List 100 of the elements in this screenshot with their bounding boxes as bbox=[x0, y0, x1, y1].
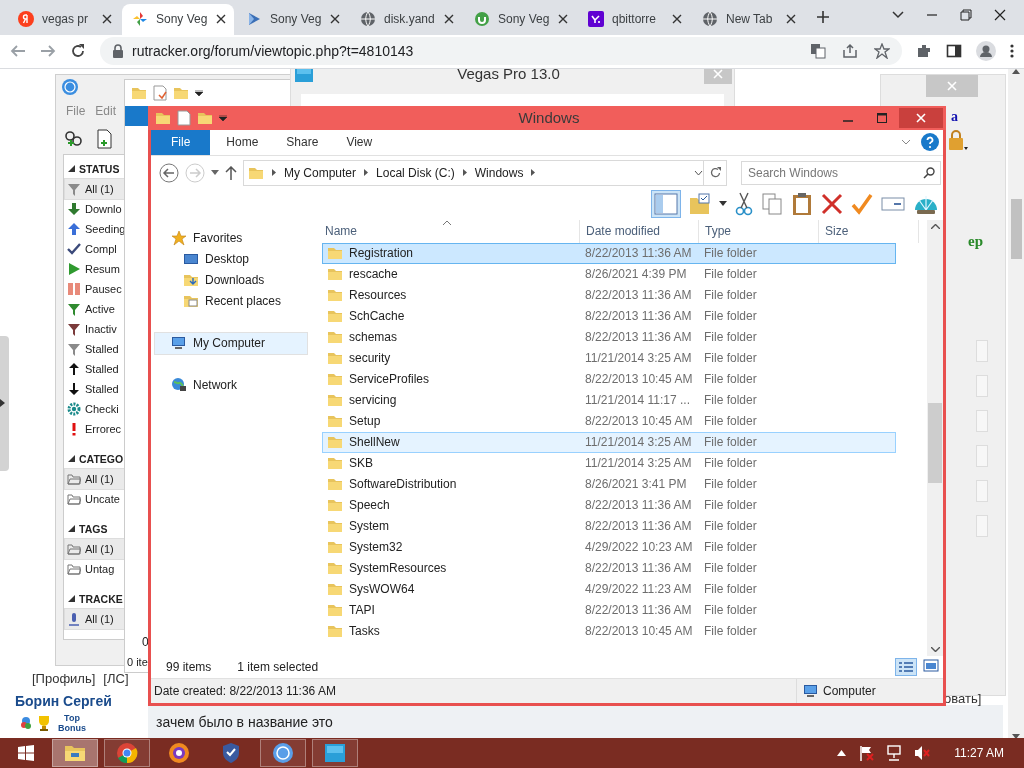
browser-tab[interactable]: Sony Veg bbox=[122, 3, 234, 35]
file-row[interactable]: SystemResources 8/22/2013 11:36 AM File folder bbox=[322, 557, 896, 579]
browser-tab[interactable]: Sony Veg bbox=[464, 3, 576, 35]
filter-item[interactable]: Downlo bbox=[65, 198, 127, 219]
collapse-icon[interactable] bbox=[68, 525, 75, 533]
scrollbar[interactable] bbox=[927, 219, 943, 656]
file-row[interactable]: ShellNew 11/21/2014 3:25 AM File folder bbox=[322, 431, 896, 453]
scroll-down-icon[interactable] bbox=[930, 646, 940, 652]
add-file-icon[interactable] bbox=[96, 128, 114, 149]
breadcrumb-arrow-icon[interactable] bbox=[272, 169, 276, 177]
side-panel-icon[interactable] bbox=[946, 43, 962, 60]
collapse-icon[interactable] bbox=[68, 165, 75, 173]
address-bar[interactable]: rutracker.org/forum/viewtopic.php?t=4810143 bbox=[100, 37, 902, 66]
file-row[interactable]: TAPI 8/22/2013 11:36 AM File folder bbox=[322, 599, 896, 621]
reload-icon[interactable] bbox=[70, 43, 86, 60]
flag-icon[interactable] bbox=[858, 745, 875, 761]
translate-icon[interactable] bbox=[810, 43, 826, 60]
browser-tab[interactable]: disk.yand bbox=[350, 3, 462, 35]
add-link-icon[interactable] bbox=[64, 128, 84, 149]
filter-item[interactable]: Untag bbox=[65, 558, 127, 579]
file-row[interactable]: System 8/22/2013 11:36 AM File folder bbox=[322, 515, 896, 537]
text-field[interactable] bbox=[976, 339, 988, 362]
maximize-icon[interactable] bbox=[877, 112, 887, 123]
user-name[interactable]: Борин Сергей bbox=[15, 692, 112, 709]
breadcrumb[interactable]: Local Disk (C:) bbox=[376, 165, 455, 180]
up-icon[interactable] bbox=[225, 165, 237, 180]
scrollbar-thumb[interactable] bbox=[1011, 198, 1022, 259]
rename-icon[interactable] bbox=[881, 194, 905, 213]
breadcrumb-arrow-icon[interactable] bbox=[531, 169, 536, 177]
browser-tab[interactable]: vegas pr bbox=[8, 3, 120, 35]
star-icon[interactable] bbox=[874, 43, 890, 60]
lock-icon[interactable] bbox=[947, 128, 969, 151]
side-panel-handle[interactable] bbox=[0, 335, 9, 471]
file-row[interactable]: Speech 8/22/2013 11:36 AM File folder bbox=[322, 494, 896, 516]
caret-icon[interactable] bbox=[195, 89, 203, 96]
recent-locations-icon[interactable] bbox=[211, 170, 219, 176]
page-scrollbar[interactable] bbox=[1008, 68, 1024, 739]
cut-icon[interactable] bbox=[735, 191, 753, 216]
profile-icon[interactable] bbox=[976, 41, 996, 62]
text-field[interactable] bbox=[976, 374, 988, 397]
text-field[interactable] bbox=[976, 409, 988, 432]
filter-item[interactable]: Pausec bbox=[65, 278, 127, 299]
filter-item[interactable]: Compl bbox=[65, 238, 127, 259]
taskbar-button[interactable] bbox=[260, 739, 306, 767]
share-icon[interactable] bbox=[842, 43, 858, 60]
filter-item[interactable]: Inactiv bbox=[65, 318, 127, 339]
more-icon[interactable] bbox=[1010, 43, 1014, 60]
close-button[interactable] bbox=[899, 107, 943, 128]
filter-item[interactable]: All (1) bbox=[65, 178, 127, 199]
ribbon-tab[interactable]: View bbox=[332, 129, 387, 155]
filter-item[interactable]: Stalled bbox=[65, 358, 127, 379]
text-field[interactable] bbox=[976, 479, 988, 502]
column-header[interactable]: Size bbox=[819, 219, 919, 243]
ribbon-tab[interactable] bbox=[125, 105, 151, 126]
breadcrumb-arrow-icon[interactable] bbox=[364, 169, 369, 177]
properties-icon[interactable] bbox=[177, 109, 191, 126]
extensions-icon[interactable] bbox=[916, 43, 932, 60]
speaker-muted-icon[interactable] bbox=[914, 745, 931, 761]
filter-item[interactable]: Checki bbox=[65, 398, 127, 419]
collapse-icon[interactable] bbox=[68, 595, 75, 603]
text-field[interactable] bbox=[976, 514, 988, 537]
chevron-down-icon[interactable] bbox=[892, 11, 904, 19]
file-row[interactable]: servicing 11/21/2014 11:17 ... File folder bbox=[322, 389, 896, 411]
file-row[interactable]: SysWOW64 4/29/2022 11:23 AM File folder bbox=[322, 578, 896, 600]
file-row[interactable]: Registration 8/22/2013 11:36 AM File folder bbox=[322, 242, 896, 264]
plus-icon[interactable] bbox=[816, 10, 830, 25]
chevron-down-icon[interactable] bbox=[694, 169, 703, 176]
large-icons-view-icon[interactable] bbox=[923, 657, 939, 672]
help-icon[interactable] bbox=[921, 133, 939, 152]
close-icon[interactable] bbox=[558, 14, 568, 25]
filter-item[interactable]: Errorec bbox=[65, 418, 127, 439]
file-row[interactable]: ServiceProfiles 8/22/2013 10:45 AM File folder bbox=[322, 368, 896, 390]
ribbon-tab[interactable]: Share bbox=[272, 129, 333, 155]
folder-check-icon[interactable] bbox=[689, 192, 711, 215]
text-field[interactable] bbox=[976, 444, 988, 467]
profile-link[interactable]: [Профиль] bbox=[32, 670, 96, 686]
restore-icon[interactable] bbox=[960, 9, 972, 21]
column-header[interactable]: Type bbox=[699, 219, 819, 243]
scroll-up-icon[interactable] bbox=[930, 223, 940, 229]
filter-item[interactable]: Resum bbox=[65, 258, 127, 279]
properties-icon[interactable] bbox=[153, 84, 167, 101]
file-row[interactable]: security 11/21/2014 3:25 AM File folder bbox=[322, 347, 896, 369]
delete-icon[interactable] bbox=[821, 192, 843, 215]
close-icon[interactable] bbox=[672, 14, 682, 25]
profile-link[interactable]: [ЛС] bbox=[103, 670, 129, 686]
filter-item[interactable]: Uncate bbox=[65, 488, 127, 509]
filter-item[interactable]: Stalled bbox=[65, 338, 127, 359]
file-row[interactable]: Setup 8/22/2013 10:45 AM File folder bbox=[322, 410, 896, 432]
search-field[interactable]: Search Windows bbox=[741, 160, 941, 185]
file-row[interactable]: SoftwareDistribution 8/26/2021 3:41 PM File folder bbox=[322, 473, 896, 495]
breadcrumb[interactable]: Windows bbox=[474, 165, 524, 180]
scrollbar-thumb[interactable] bbox=[928, 402, 942, 483]
browser-tab[interactable]: qbittorre bbox=[578, 3, 690, 35]
file-row[interactable]: rescache 8/26/2021 4:39 PM File folder bbox=[322, 263, 896, 285]
close-icon[interactable] bbox=[444, 14, 454, 25]
caret-icon[interactable] bbox=[719, 201, 727, 207]
checkmark-icon[interactable] bbox=[851, 192, 873, 215]
details-view-button[interactable] bbox=[895, 657, 917, 676]
filter-item[interactable]: Stalled bbox=[65, 378, 127, 399]
nav-item[interactable]: My Computer bbox=[155, 332, 307, 354]
